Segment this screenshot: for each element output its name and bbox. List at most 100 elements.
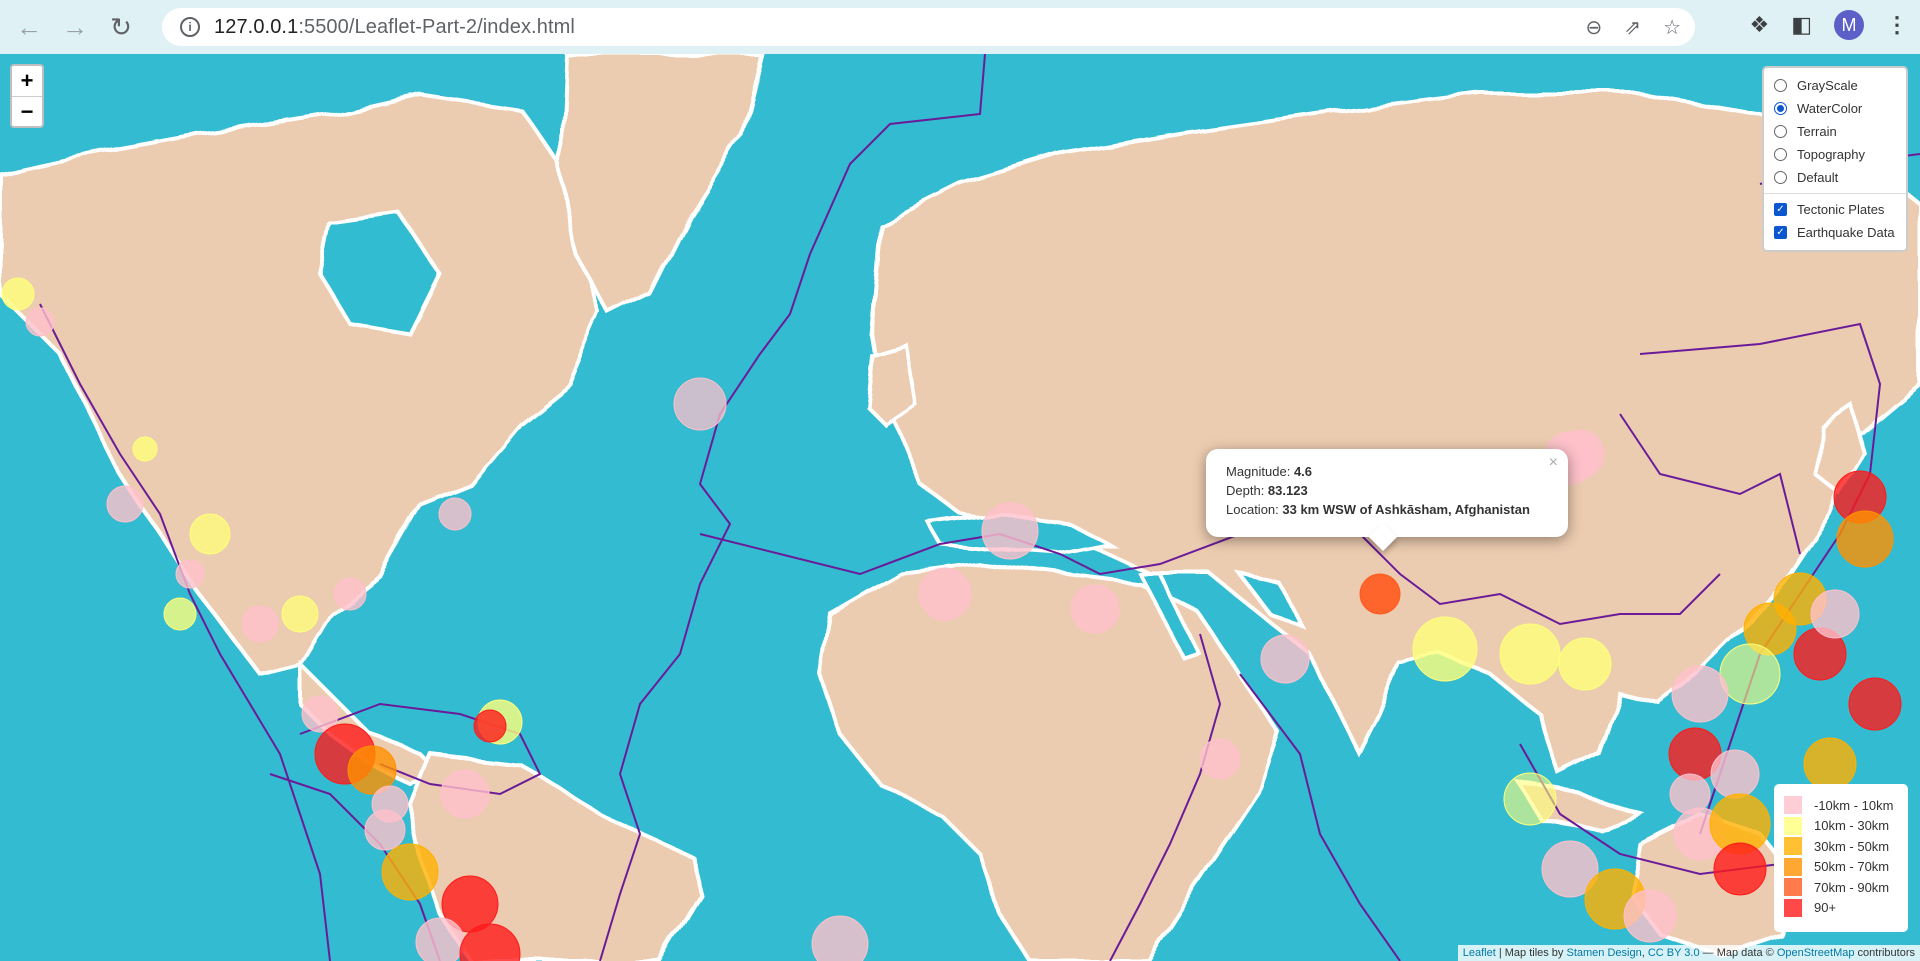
location-label: Location: <box>1226 502 1283 517</box>
extensions-puzzle-icon[interactable]: ❖ <box>1749 12 1769 38</box>
base-layer-grayscale[interactable]: GrayScale <box>1774 74 1898 97</box>
earthquake-popup: × Magnitude: 4.6 Depth: 83.123 Location:… <box>1206 449 1568 552</box>
earthquake-marker <box>1558 637 1612 691</box>
checkbox[interactable]: ✓ <box>1774 203 1787 216</box>
earthquake-marker <box>415 917 465 961</box>
earthquake-marker <box>1710 749 1760 799</box>
legend-label: 70km - 90km <box>1814 879 1890 895</box>
legend-swatch <box>1784 796 1802 815</box>
leaflet-link[interactable]: Leaflet <box>1463 947 1496 959</box>
earthquake-marker <box>163 597 197 631</box>
attribution-text: contributors <box>1854 947 1915 959</box>
earthquake-marker <box>473 709 507 743</box>
legend-item: 90+ <box>1784 898 1898 919</box>
earthquake-marker <box>364 809 406 851</box>
profile-avatar[interactable]: M <box>1834 10 1864 40</box>
legend-label: 90+ <box>1814 900 1837 916</box>
earthquake-marker <box>333 577 367 611</box>
radio-button[interactable] <box>1774 102 1787 115</box>
earthquake-marker <box>1713 842 1767 896</box>
legend-swatch <box>1784 857 1802 876</box>
leaflet-map[interactable]: + − GrayScale WaterColor Terrain Topogra… <box>0 54 1920 961</box>
base-layer-topography[interactable]: Topography <box>1774 143 1898 166</box>
kebab-menu-icon[interactable]: ⋮ <box>1886 12 1908 38</box>
back-arrow-icon[interactable]: ← <box>12 10 46 44</box>
share-icon[interactable]: ⇗ <box>1624 15 1641 40</box>
url-path: :5500/Leaflet-Part-2/index.html <box>298 15 575 38</box>
base-layer-label: Terrain <box>1797 124 1837 139</box>
earthquake-marker <box>1848 677 1902 731</box>
attribution-text: — Map data © <box>1699 947 1777 959</box>
zoom-in-button[interactable]: + <box>12 66 42 96</box>
overlay-label: Tectonic Plates <box>1797 202 1885 217</box>
radio-button[interactable] <box>1774 79 1787 92</box>
bookmark-star-icon[interactable]: ☆ <box>1663 15 1681 40</box>
popup-location-line: Location: 33 km WSW of Ashkāsham, Afghan… <box>1226 500 1548 519</box>
legend-label: 50km - 70km <box>1814 859 1890 875</box>
base-layer-label: WaterColor <box>1797 101 1863 116</box>
overlay-label: Earthquake Data <box>1797 225 1895 240</box>
layer-control: GrayScale WaterColor Terrain Topography … <box>1762 66 1908 252</box>
depth-legend: -10km - 10km 10km - 30km 30km - 50km 50k… <box>1774 784 1908 932</box>
depth-value: 83.123 <box>1267 483 1308 498</box>
earthquake-marker <box>106 485 144 523</box>
cc-license-link[interactable]: CC BY 3.0 <box>1648 947 1700 959</box>
legend-swatch <box>1784 837 1802 856</box>
address-bar[interactable]: i 127.0.0.1:5500/Leaflet-Part-2/index.ht… <box>162 8 1695 46</box>
checkbox[interactable]: ✓ <box>1774 226 1787 239</box>
radio-button[interactable] <box>1774 148 1787 161</box>
earthquake-marker <box>189 513 231 555</box>
earthquake-marker <box>1810 589 1860 639</box>
earthquake-marker <box>1260 634 1310 684</box>
watercolor-basemap <box>0 54 1920 961</box>
forward-arrow-icon[interactable]: → <box>58 10 92 44</box>
browser-toolbar: ← → ↻ i 127.0.0.1:5500/Leaflet-Part-2/in… <box>0 0 1920 54</box>
legend-swatch <box>1784 878 1802 897</box>
legend-item: 50km - 70km <box>1784 857 1898 878</box>
zoom-out-icon[interactable]: ⊖ <box>1586 15 1603 40</box>
earthquake-marker <box>1503 772 1557 826</box>
earthquake-marker <box>440 769 490 819</box>
reload-icon[interactable]: ↻ <box>104 10 138 44</box>
legend-swatch <box>1784 816 1802 835</box>
popup-close-button[interactable]: × <box>1549 453 1558 472</box>
overlay-earthquake-data[interactable]: ✓ Earthquake Data <box>1774 221 1898 244</box>
zoom-out-button[interactable]: − <box>12 96 42 126</box>
popup-depth-line: Depth: 83.123 <box>1226 481 1548 500</box>
legend-label: 30km - 50km <box>1814 838 1890 854</box>
url-text[interactable]: 127.0.0.1:5500/Leaflet-Part-2/index.html <box>214 16 575 39</box>
legend-item: -10km - 10km <box>1784 795 1898 816</box>
earthquake-marker <box>1836 510 1894 568</box>
legend-item: 30km - 50km <box>1784 836 1898 857</box>
earthquake-marker <box>381 843 439 901</box>
earthquake-marker <box>1359 573 1401 615</box>
base-layer-label: Default <box>1797 170 1839 185</box>
base-layer-default[interactable]: Default <box>1774 166 1898 189</box>
earthquake-marker <box>1803 737 1857 791</box>
url-host: 127.0.0.1 <box>214 15 299 38</box>
location-value: 33 km WSW of Ashkāsham, Afghanistan <box>1282 502 1530 517</box>
radio-button[interactable] <box>1774 125 1787 138</box>
side-panel-icon[interactable]: ◧ <box>1791 12 1812 38</box>
earthquake-marker <box>1719 643 1781 705</box>
osm-link[interactable]: OpenStreetMap <box>1777 947 1855 959</box>
earthquake-marker <box>25 307 55 337</box>
legend-item: 70km - 90km <box>1784 877 1898 898</box>
legend-label: -10km - 10km <box>1814 797 1894 813</box>
base-layer-terrain[interactable]: Terrain <box>1774 120 1898 143</box>
overlay-tectonic-plates[interactable]: ✓ Tectonic Plates <box>1774 198 1898 221</box>
earthquake-marker <box>241 605 279 643</box>
site-info-icon[interactable]: i <box>180 17 200 37</box>
depth-label: Depth: <box>1226 483 1268 498</box>
earthquake-marker <box>1412 616 1478 682</box>
legend-swatch <box>1784 898 1802 917</box>
earthquake-marker <box>673 377 727 431</box>
legend-label: 10km - 30km <box>1814 818 1890 834</box>
base-layer-watercolor[interactable]: WaterColor <box>1774 97 1898 120</box>
earthquake-marker <box>132 436 158 462</box>
base-layer-label: Topography <box>1797 147 1865 162</box>
stamen-link[interactable]: Stamen Design <box>1566 947 1641 959</box>
radio-button[interactable] <box>1774 171 1787 184</box>
earthquake-marker <box>1671 665 1729 723</box>
earthquake-marker <box>1199 738 1241 780</box>
